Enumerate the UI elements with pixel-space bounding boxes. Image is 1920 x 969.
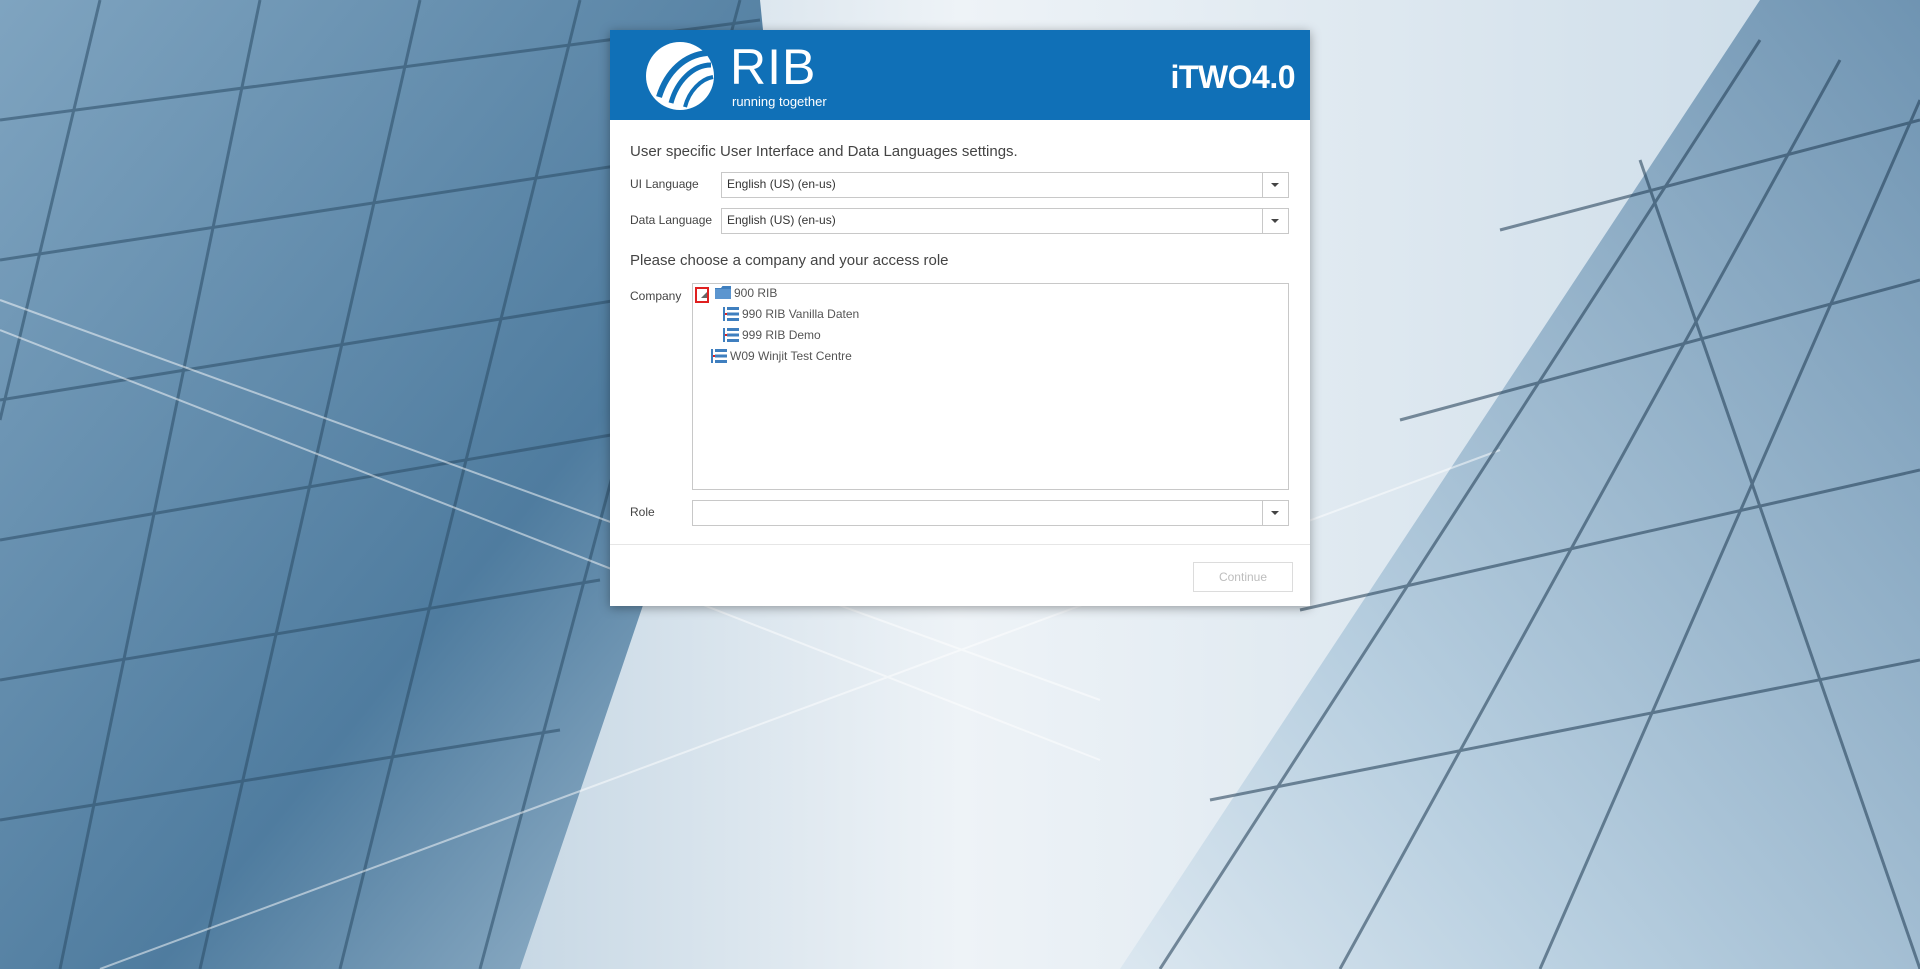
hierarchy-icon	[723, 328, 739, 342]
ui-language-value: English (US) (en-us)	[727, 177, 836, 191]
folder-icon	[715, 286, 731, 299]
access-section-title: Please choose a company and your access …	[630, 252, 949, 269]
data-language-value: English (US) (en-us)	[727, 213, 836, 227]
ui-language-dropdown-button[interactable]	[1262, 173, 1288, 197]
hierarchy-icon	[711, 349, 727, 363]
ui-language-select[interactable]: English (US) (en-us)	[721, 172, 1289, 198]
collapse-toggle-icon[interactable]	[695, 287, 709, 303]
settings-dialog: RIB running together iTWO4.0 User specif…	[610, 30, 1310, 606]
product-logo: iTWO4.0	[1170, 59, 1295, 95]
role-select[interactable]	[692, 500, 1289, 526]
tree-item-label: 999 RIB Demo	[742, 328, 821, 342]
footer-divider	[610, 544, 1310, 545]
tree-item-999-rib-demo[interactable]: 999 RIB Demo	[693, 326, 1283, 344]
company-label: Company	[630, 289, 682, 303]
tree-item-900-rib[interactable]: 900 RIB	[693, 284, 1283, 303]
tree-item-label: W09 Winjit Test Centre	[730, 349, 852, 363]
tree-item-990-rib-vanilla-daten[interactable]: 990 RIB Vanilla Daten	[693, 305, 1283, 323]
role-label: Role	[630, 505, 655, 519]
brand-tagline: running together	[732, 94, 827, 109]
hierarchy-icon	[723, 307, 739, 321]
ui-language-label: UI Language	[630, 177, 699, 191]
company-tree[interactable]: 900 RIB 990 RIB Vanilla Daten 999 RIB De…	[692, 283, 1289, 490]
chevron-down-icon	[1271, 183, 1279, 187]
rib-logo-icon	[646, 42, 714, 110]
brand-name: RIB	[730, 39, 817, 95]
continue-button[interactable]: Continue	[1193, 562, 1293, 592]
data-language-select[interactable]: English (US) (en-us)	[721, 208, 1289, 234]
dialog-header: RIB running together iTWO4.0	[610, 30, 1310, 120]
role-dropdown-button[interactable]	[1262, 501, 1288, 525]
chevron-down-icon	[1271, 511, 1279, 515]
languages-section-title: User specific User Interface and Data La…	[630, 143, 1018, 160]
chevron-down-icon	[1271, 219, 1279, 223]
tree-item-label: 900 RIB	[734, 286, 778, 300]
tree-item-label: 990 RIB Vanilla Daten	[742, 307, 860, 321]
data-language-dropdown-button[interactable]	[1262, 209, 1288, 233]
tree-item-w09-winjit-test-centre[interactable]: W09 Winjit Test Centre	[693, 347, 1283, 365]
data-language-label: Data Language	[630, 213, 713, 227]
